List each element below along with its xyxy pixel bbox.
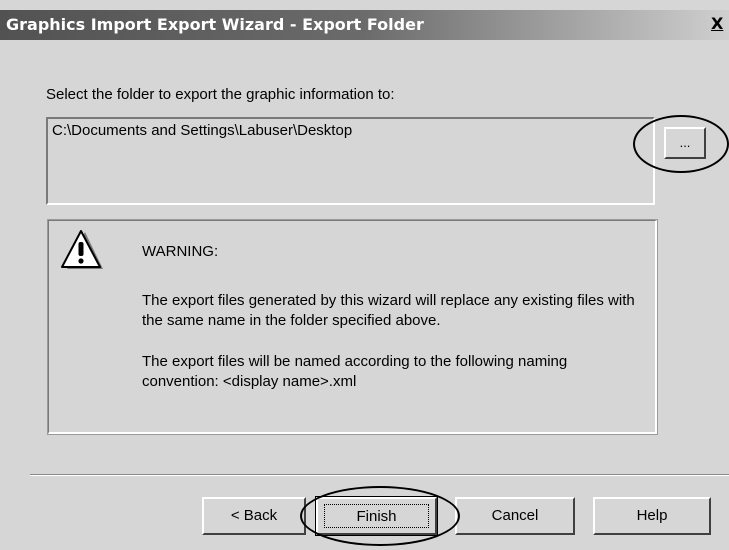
warning-text-naming: The export files will be named according… xyxy=(142,353,568,390)
help-button[interactable]: Help xyxy=(593,497,711,535)
cancel-button[interactable]: Cancel xyxy=(455,497,575,535)
back-button[interactable]: < Back xyxy=(202,497,306,535)
close-button[interactable]: X xyxy=(711,13,729,35)
finish-label: Finish xyxy=(324,504,429,528)
browse-folder-button[interactable]: ... xyxy=(664,127,706,159)
folder-path-field[interactable]: C:\Documents and Settings\Labuser\Deskto… xyxy=(46,117,655,205)
title-bar: Graphics Import Export Wizard - Export F… xyxy=(0,10,729,40)
warning-text-overwrite: The export files generated by this wizar… xyxy=(142,292,635,329)
warning-panel: WARNING: The export files generated by t… xyxy=(47,219,658,435)
export-folder-dialog: Graphics Import Export Wizard - Export F… xyxy=(0,0,729,550)
folder-path-value: C:\Documents and Settings\Labuser\Deskto… xyxy=(52,122,353,139)
warning-icon xyxy=(61,230,103,269)
warning-heading: WARNING: xyxy=(142,243,219,260)
button-separator xyxy=(30,474,729,476)
finish-button[interactable]: Finish xyxy=(315,496,438,536)
folder-prompt-label: Select the folder to export the graphic … xyxy=(46,86,395,103)
window-title: Graphics Import Export Wizard - Export F… xyxy=(6,15,424,34)
